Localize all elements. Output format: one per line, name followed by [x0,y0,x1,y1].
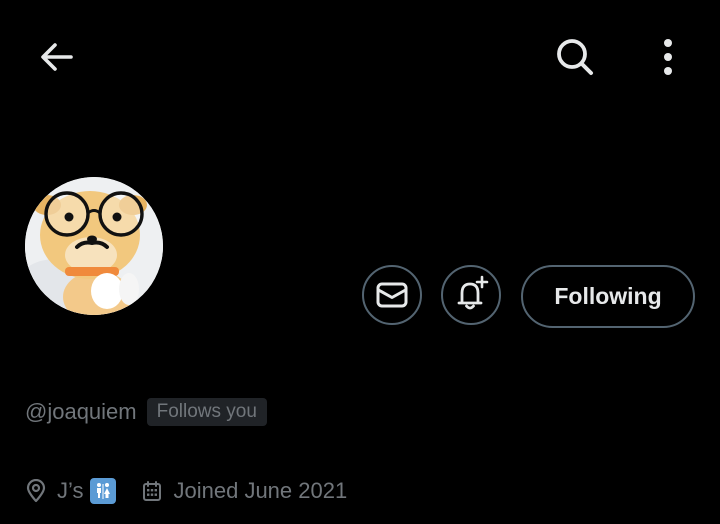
profile-handle: @joaquiem [25,399,137,424]
arrow-left-icon [41,43,73,71]
avatar[interactable] [25,177,163,315]
back-button[interactable] [30,30,84,84]
following-button[interactable]: Following [521,265,695,328]
restroom-sign-emoji [89,478,116,504]
message-button[interactable] [362,265,422,325]
restroom-icon [96,483,110,499]
location-pin-icon [26,479,46,503]
search-button[interactable] [546,30,604,84]
notifications-button[interactable] [441,265,501,325]
joined-item: Joined June 2021 [142,478,348,504]
search-icon [557,39,593,75]
bell-plus-icon [457,275,489,310]
calendar-icon [142,481,161,501]
location-item: J’s [25,478,116,504]
profile-meta: J’s Joined June 2021 [25,478,347,504]
more-vertical-icon [664,39,672,75]
joined-date: Joined June 2021 [173,478,348,503]
mail-icon [376,282,408,308]
more-options-button[interactable] [646,30,690,84]
handle-row: @joaquiem Follows you [25,398,267,426]
location-text: J’s [57,478,84,503]
avatar-image [25,177,163,315]
follows-you-badge: Follows you [146,398,267,426]
